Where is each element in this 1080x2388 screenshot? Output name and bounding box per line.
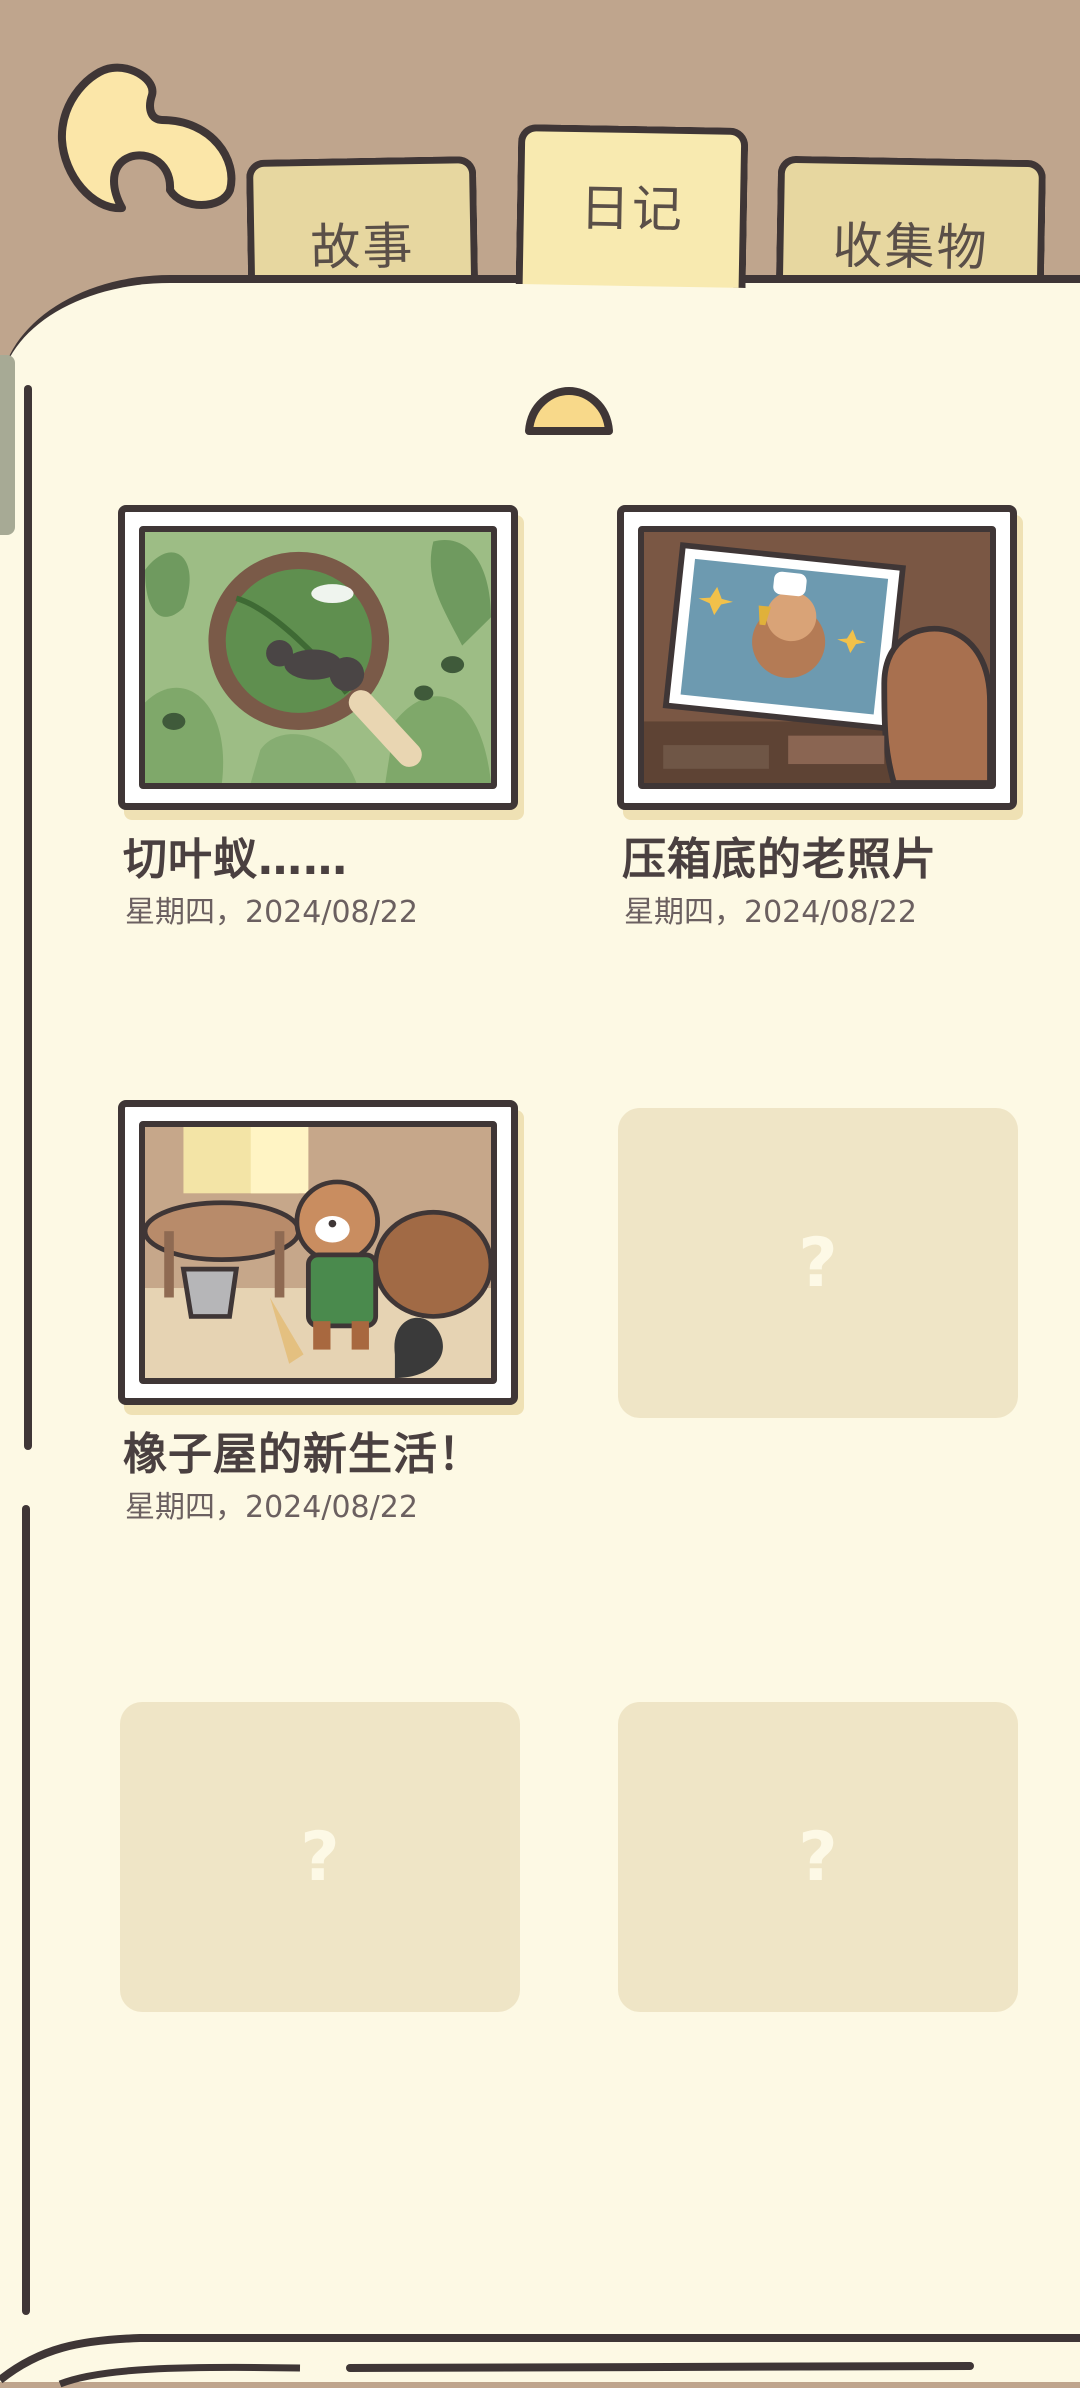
page-bottom-edge [0,2334,1080,2388]
binding-line [24,385,32,1450]
locked-entry[interactable]: ? [618,1702,1018,2012]
page-up-button[interactable] [523,385,615,437]
squirrel-cleaning-picture [145,1127,491,1378]
entry-title: 切叶蚁…… [123,834,348,885]
tab-collection[interactable]: 收集物 [775,155,1047,286]
entry-photo-frame [118,505,518,810]
chevron-up-icon [525,387,613,435]
entry-date: 星期四，2024/08/22 [125,895,418,930]
tab-diary[interactable]: 日记 [515,124,749,288]
question-mark-icon: ? [300,1817,340,1897]
back-arrow-icon [57,63,236,213]
locked-entry[interactable]: ? [120,1702,520,2012]
entry-photo-frame [617,505,1017,810]
binding-line [22,1505,30,2315]
entry-photo-frame [118,1100,518,1405]
entry-title: 橡子屋的新生活！ [123,1429,483,1480]
entry-date: 星期四，2024/08/22 [624,895,917,930]
old-photo-picture [644,532,990,783]
scrollbar-thumb[interactable] [0,355,15,535]
tab-collection-label: 收集物 [832,216,990,278]
tab-story[interactable]: 故事 [245,156,479,285]
magnifier-ant-picture [145,532,491,783]
entry-title: 压箱底的老照片 [622,834,937,885]
back-arrow-button[interactable] [52,60,242,230]
question-mark-icon: ? [798,1223,838,1303]
question-mark-icon: ? [798,1817,838,1897]
locked-entry[interactable]: ? [618,1108,1018,1418]
tab-diary-label: 日记 [579,178,685,239]
entry-date: 星期四，2024/08/22 [125,1490,418,1525]
tab-story-label: 故事 [309,217,415,277]
